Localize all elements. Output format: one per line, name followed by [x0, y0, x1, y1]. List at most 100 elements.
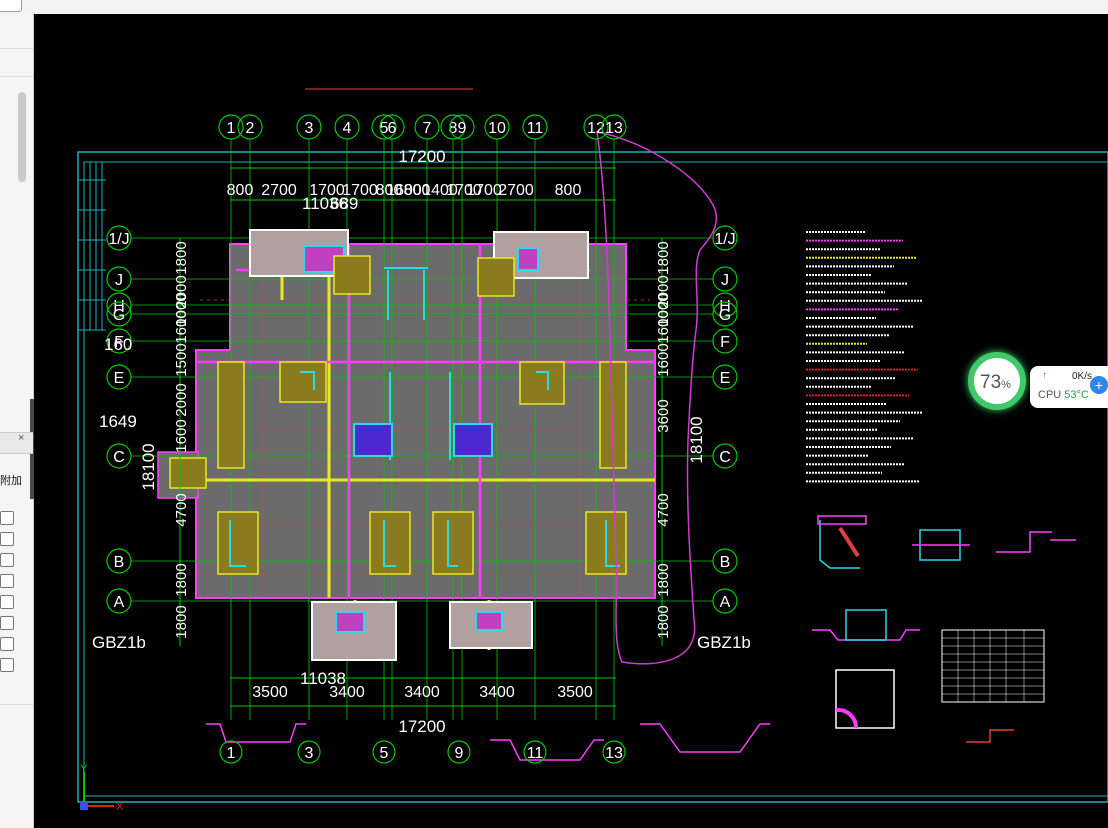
- left-dimension-text: 4700: [173, 493, 190, 526]
- right-dimension-text: 3600: [655, 399, 672, 432]
- ucs-x-label: X: [116, 801, 124, 813]
- row-axis-left-A-label: A: [114, 594, 125, 611]
- sump-pit: [453, 423, 493, 457]
- layer-checkbox[interactable]: [0, 511, 14, 525]
- row-axis-left-1J-label: 1/J: [108, 231, 129, 248]
- layer-checkbox[interactable]: [0, 637, 14, 651]
- column-axis-9-label: 9: [458, 120, 467, 137]
- left-dimension-text: 1800: [173, 605, 190, 638]
- layer-checkbox[interactable]: [0, 616, 14, 630]
- column-axis-bubbles-top: 1 2 3 4 5 6 7 8 9 10 11 12 13: [218, 114, 627, 140]
- left-dimension-text: 1600: [173, 419, 190, 452]
- row-axis-right-G-label: G: [719, 307, 731, 324]
- top-left-button[interactable]: [0, 0, 22, 12]
- app-top-bar: [0, 0, 1108, 15]
- column-axis-7-label: 7: [423, 120, 432, 137]
- column-axis-bottom-5-label: 5: [380, 745, 389, 762]
- dimension-label-689: 689: [330, 194, 358, 213]
- column-axis-bottom-1-label: 1: [227, 745, 236, 762]
- row-axis-left-C-label: C: [113, 449, 125, 466]
- network-speed: 0K/s: [1072, 371, 1093, 382]
- right-dimension-texts: 180020001000160016003600470018001800: [655, 241, 672, 638]
- right-dimension-text: 1800: [655, 563, 672, 596]
- bottom-dimension-text: 3500: [557, 684, 593, 701]
- row-axis-left-J-label: J: [115, 272, 123, 289]
- cpu-temperature: CPU 53°C: [1038, 389, 1089, 401]
- right-total-dimension: 18100: [687, 416, 706, 463]
- dimension-label-11038: 11038: [300, 669, 346, 688]
- attach-label: 附加: [0, 475, 22, 487]
- left-total-dimension: 18100: [139, 443, 158, 490]
- properties-panel-header: [0, 432, 33, 454]
- bottom-dimension-text: 3400: [404, 684, 440, 701]
- left-dimension-text: 1600: [173, 310, 190, 343]
- layer-checkbox[interactable]: [0, 658, 14, 672]
- left-dimension-text: 1800: [173, 563, 190, 596]
- left-side-panel: × 附加: [0, 14, 34, 828]
- row-axis-right-F-label: F: [720, 334, 730, 351]
- column-axis-4-label: 4: [343, 120, 352, 137]
- column-axis-bottom-13-label: 13: [605, 745, 623, 762]
- column-axis-13-label: 13: [605, 120, 623, 137]
- dimension-label-1649: 1649: [99, 412, 137, 431]
- right-dimension-text: 4700: [655, 493, 672, 526]
- title-block-strip: [78, 162, 106, 331]
- layer-checkbox[interactable]: [0, 595, 14, 609]
- panel-scrollbar[interactable]: [18, 92, 26, 182]
- column-axis-2-label: 2: [246, 120, 255, 137]
- right-dimension-text: 1600: [655, 310, 672, 343]
- cad-drawing-canvas[interactable]: 1 2 3 4 5 6 7 8 9 10 11 12 13 1 3 5 9 11 13 1/J J H G F E C B A 1…: [34, 14, 1108, 828]
- row-axis-right-E-label: E: [720, 370, 731, 387]
- rebar-schedule-table: [941, 629, 1045, 703]
- ucs-y-label: Y: [80, 763, 88, 775]
- row-axis-right-A-label: A: [720, 594, 731, 611]
- row-axis-right-J-label: J: [721, 272, 729, 289]
- top-dimension-text: 1700: [466, 182, 502, 199]
- panel-divider: [0, 48, 33, 49]
- row-axis-right-C-label: C: [719, 449, 731, 466]
- layer-checkbox[interactable]: [0, 532, 14, 546]
- upload-arrow-icon: ↑: [1042, 370, 1047, 381]
- bottom-dimension-text: 3500: [252, 684, 288, 701]
- bottom-dimension-text: 3400: [479, 684, 515, 701]
- layer-checkbox[interactable]: [0, 574, 14, 588]
- row-axis-right-1J-label: 1/J: [714, 231, 735, 248]
- wall-tag-left: GBZ1b: [92, 633, 146, 652]
- wall-tag-right: GBZ1b: [697, 633, 751, 652]
- top-dimension-text: 2700: [261, 182, 297, 199]
- panel-divider: [0, 704, 33, 705]
- layer-checkbox[interactable]: [0, 553, 14, 567]
- row-axis-bubbles-right: 1/JJHGFECBA: [712, 225, 738, 614]
- column-axis-3-label: 3: [305, 120, 314, 137]
- cpu-usage-percent: 73%: [980, 372, 1011, 393]
- performance-widget[interactable]: 73% ↑ 0K/s CPU 53°C +: [968, 348, 1108, 420]
- bottom-total-dimension: 17200: [398, 717, 445, 736]
- column-axis-bottom-9-label: 9: [455, 745, 464, 762]
- close-icon[interactable]: ×: [18, 432, 24, 444]
- left-dimension-text: 1800: [173, 241, 190, 274]
- left-dimension-text: 1500: [173, 343, 190, 376]
- top-dimension-texts: 800 2700 170017008001600800140017001700270…: [227, 182, 582, 199]
- top-total-dimension: 17200: [398, 147, 445, 166]
- column-axis-1-label: 1: [227, 120, 236, 137]
- column-axis-bottom-3-label: 3: [305, 745, 314, 762]
- left-dimension-text: 2000: [173, 383, 190, 416]
- left-dimension-texts: 1800200010001600150020001600470018001800: [173, 241, 190, 638]
- sump-pit: [353, 423, 393, 457]
- ucs-icon: Y X: [80, 763, 124, 813]
- add-icon[interactable]: +: [1090, 376, 1108, 394]
- top-dimension-text: 800: [555, 182, 582, 199]
- row-axis-left-G-label: G: [113, 307, 125, 324]
- row-axis-left-E-label: E: [114, 370, 125, 387]
- right-dimension-text: 1600: [655, 343, 672, 376]
- top-dimension-text: 2700: [498, 182, 534, 199]
- drawing-svg: 1 2 3 4 5 6 7 8 9 10 11 12 13 1 3 5 9 11 13 1/JJHGFECBA 1…: [77, 88, 1108, 813]
- row-axis-left-B-label: B: [114, 554, 125, 571]
- dimension-label-160: 160: [104, 335, 132, 354]
- column-axis-bottom-11-label: 11: [527, 745, 544, 762]
- right-dimension-text: 1800: [655, 241, 672, 274]
- panel-divider: [0, 76, 33, 77]
- right-dimension-text: 1800: [655, 605, 672, 638]
- top-dimension-text: 800: [227, 182, 254, 199]
- column-axis-10-label: 10: [488, 120, 506, 137]
